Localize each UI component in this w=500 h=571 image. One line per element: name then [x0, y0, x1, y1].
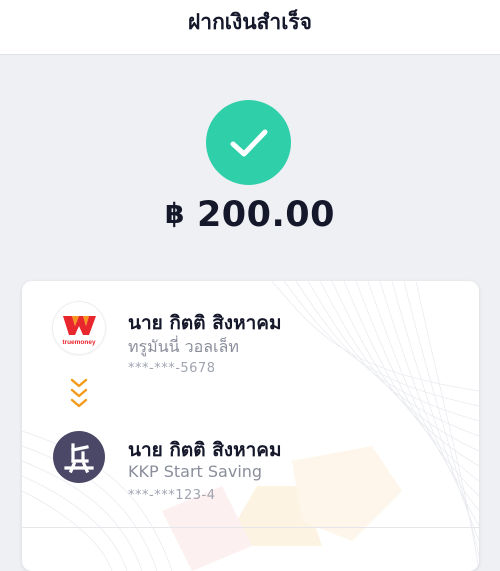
card-divider [22, 527, 479, 528]
recipient-account: ***-***123-4 [128, 488, 216, 503]
top-bar: ฝากเงินสำเร็จ [0, 0, 500, 55]
sender-account: ***-***-5678 [128, 361, 216, 376]
transfer-details-card: truemoney นาย กิตติ สิงหาคม ทรูมันนี่ วอ… [22, 281, 479, 571]
success-checkmark-icon [206, 100, 291, 185]
sender-service: ทรูมันนี่ วอลเล็ท [128, 337, 239, 356]
currency-symbol: ฿ [164, 197, 185, 230]
truemoney-logo-text: truemoney [62, 339, 96, 346]
recipient-service: KKP Start Saving [128, 462, 263, 481]
kkp-logo [53, 431, 105, 483]
transfer-amount: ฿ 200.00 [0, 195, 500, 235]
recipient-name: นาย กิตติ สิงหาคม [128, 439, 282, 461]
truemoney-logo: truemoney [53, 302, 105, 354]
sender-name: นาย กิตติ สิงหาคม [128, 312, 282, 334]
page-title: ฝากเงินสำเร็จ [188, 9, 312, 34]
amount-value: 200.00 [196, 195, 336, 235]
chevrons-down-icon [70, 378, 88, 408]
